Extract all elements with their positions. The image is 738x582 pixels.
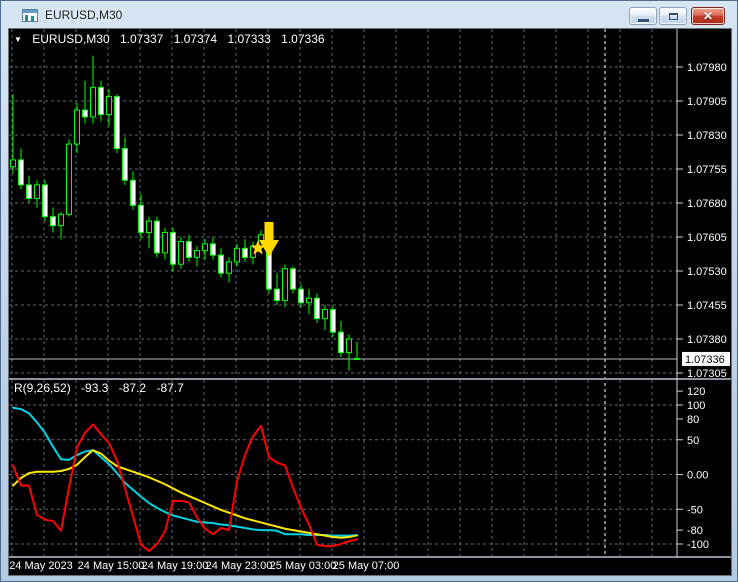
indicator-axis-label: 120: [687, 386, 705, 398]
indicator-axis-label: -80: [687, 525, 703, 537]
candle: [226, 261, 232, 274]
candle: [330, 309, 336, 333]
indicator-axis-label: 100: [687, 400, 705, 412]
header-close: 1.07336: [281, 32, 325, 46]
indicator-value-3: -87.7: [156, 381, 184, 395]
candle: [82, 109, 88, 118]
candle: [146, 220, 152, 233]
candle: [170, 231, 176, 265]
time-axis-label[interactable]: 24 May 23:00: [206, 560, 273, 572]
candle: [194, 250, 200, 258]
candle: [202, 243, 208, 252]
candle: [34, 184, 40, 199]
candle: [298, 288, 304, 304]
candle: [114, 95, 120, 150]
price-axis-label: 1.07980: [687, 62, 727, 74]
ohlc-header: ▼ EURUSD,M30 1.07337 1.07374 1.07333 1.0…: [14, 32, 332, 46]
candle: [90, 86, 96, 118]
time-axis-label[interactable]: 24 May 2023: [9, 560, 73, 572]
indicator-axis-label: 0.00: [687, 470, 708, 482]
indicator-axis-label: 80: [687, 414, 699, 426]
wpr-slow-line: [12, 449, 358, 539]
candle: [338, 331, 344, 354]
header-open: 1.07337: [119, 32, 164, 46]
candle: [18, 159, 24, 186]
chart-window: EURUSD,M30 ✕ 1.07980 1.07905 1.07830 1.0775…: [0, 0, 738, 582]
minimize-button[interactable]: [629, 7, 657, 25]
candle: [242, 247, 248, 258]
symbol-dropdown-icon[interactable]: ▼: [14, 35, 22, 44]
candle: [290, 268, 296, 290]
candle: [58, 213, 64, 227]
close-button[interactable]: ✕: [691, 7, 725, 25]
header-low: 1.07333: [227, 32, 271, 46]
candle: [50, 216, 56, 227]
header-high: 1.07374: [173, 32, 218, 46]
current-price-label: 1.07336: [685, 354, 725, 366]
time-axis-label[interactable]: 25 May 07:00: [333, 560, 400, 572]
price-axis-label: 1.07530: [687, 266, 727, 278]
minimize-icon: [638, 19, 649, 22]
price-axis-label: 1.07755: [687, 164, 727, 176]
candle: [274, 288, 280, 301]
candle: [186, 241, 192, 258]
restore-button[interactable]: [659, 7, 687, 25]
indicator-name: R(9,26,52): [14, 381, 71, 395]
candle: [130, 179, 136, 206]
candle: [98, 86, 104, 116]
titlebar[interactable]: EURUSD,M30 ✕: [1, 1, 737, 29]
candle: [66, 143, 72, 215]
candle: [122, 148, 128, 181]
candle: [26, 184, 32, 199]
indicator-value-1: -93.3: [81, 381, 109, 395]
candle: [314, 297, 320, 320]
candle: [162, 231, 168, 254]
candle: [322, 309, 328, 320]
candle: [282, 268, 288, 301]
time-axis-label[interactable]: 25 May 03:00: [270, 560, 337, 572]
indicator-axis-label: -100: [687, 539, 709, 551]
window-title: EURUSD,M30: [45, 8, 123, 22]
candle: [154, 220, 160, 254]
candle: [218, 254, 224, 274]
candle: [138, 204, 144, 233]
time-axis-label[interactable]: 24 May 15:00: [78, 560, 145, 572]
restore-icon: [669, 13, 678, 20]
candle: [10, 159, 16, 168]
candle: [346, 338, 352, 354]
chart-canvas[interactable]: 1.07980 1.07905 1.07830 1.07755 1.07680 1.076…: [9, 29, 731, 575]
indicator-header: R(9,26,52) -93.3 -87.2 -87.7: [14, 381, 191, 395]
pane-divider: [9, 556, 731, 558]
indicator-value-2: -87.2: [118, 381, 147, 395]
price-axis-label: 1.07905: [687, 96, 727, 108]
candle: [234, 247, 240, 263]
candle: [178, 241, 184, 265]
price-axis-label: 1.07605: [687, 232, 727, 244]
candle: [106, 95, 112, 116]
candle: [354, 357, 360, 360]
close-icon: ✕: [702, 9, 714, 23]
time-axis-label[interactable]: 24 May 19:00: [142, 560, 209, 572]
indicator-axis-label: 50: [687, 435, 699, 447]
indicator-axis-label: -50: [687, 504, 703, 516]
price-axis-label: 1.07680: [687, 198, 727, 210]
pane-divider: [9, 378, 731, 380]
price-axis-label: 1.07455: [687, 300, 727, 312]
price-axis-label: 1.07830: [687, 130, 727, 142]
candle: [210, 243, 216, 256]
candle: [306, 297, 312, 304]
chart-window-icon: [22, 9, 38, 22]
price-axis-label: 1.07380: [687, 334, 727, 346]
candle: [74, 109, 80, 145]
header-symbol: EURUSD,M30: [32, 32, 110, 46]
candle: [42, 184, 48, 218]
